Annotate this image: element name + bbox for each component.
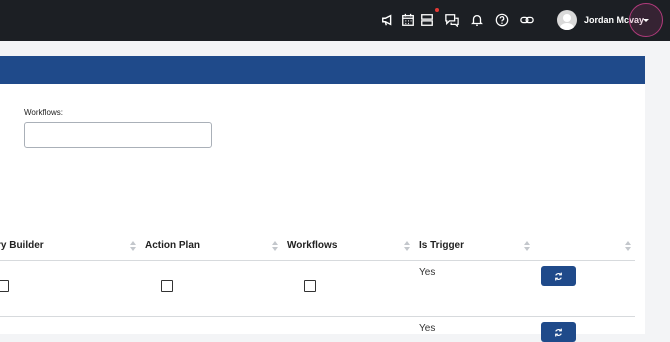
refresh-icon — [555, 272, 562, 280]
bell-icon[interactable] — [469, 12, 485, 28]
stack-icon[interactable] — [419, 12, 435, 28]
link-icon[interactable] — [519, 12, 535, 28]
workflows-filter-label: Workflows: — [24, 108, 63, 117]
column-header-workflows[interactable]: Workflows — [287, 240, 337, 251]
megaphone-icon[interactable] — [380, 12, 396, 28]
sort-icon[interactable] — [130, 241, 136, 251]
sort-icon[interactable] — [524, 241, 530, 251]
user-menu-button[interactable] — [629, 3, 663, 37]
column-header-is-trigger[interactable]: Is Trigger — [419, 240, 464, 251]
chat-icon[interactable] — [444, 12, 460, 28]
action-plan-checkbox[interactable] — [161, 280, 173, 292]
main-panel: Workflows: ry Builder Action Plan Workfl… — [0, 56, 645, 342]
column-header-action-plan[interactable]: Action Plan — [145, 240, 200, 251]
sort-icon[interactable] — [404, 241, 410, 251]
row-divider — [0, 316, 635, 317]
help-icon[interactable] — [494, 12, 510, 28]
workflows-checkbox[interactable] — [304, 280, 316, 292]
sort-icon[interactable] — [272, 241, 278, 251]
is-trigger-value: Yes — [419, 323, 436, 334]
calendar-icon[interactable] — [400, 12, 416, 28]
refresh-icon — [555, 328, 562, 336]
refresh-button[interactable] — [541, 322, 576, 342]
query-builder-checkbox[interactable] — [0, 280, 9, 292]
notification-dot — [435, 8, 439, 12]
panel-header-bar — [0, 56, 645, 84]
column-header-query-builder[interactable]: ry Builder — [0, 240, 44, 251]
chevron-down-icon — [643, 18, 649, 22]
avatar[interactable] — [557, 10, 577, 30]
top-navigation-bar: Jordan Mcvay — [0, 0, 670, 41]
is-trigger-value: Yes — [419, 267, 436, 278]
workflows-filter-input[interactable] — [24, 122, 212, 148]
refresh-button[interactable] — [541, 266, 576, 286]
header-divider — [0, 260, 635, 261]
sort-icon[interactable] — [625, 241, 631, 251]
